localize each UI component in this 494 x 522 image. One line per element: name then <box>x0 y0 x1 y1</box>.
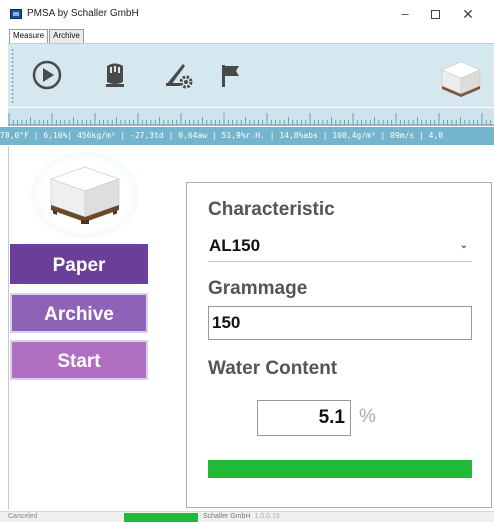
water-content-unit: % <box>359 406 376 427</box>
grammage-label: Grammage <box>208 278 308 299</box>
app-icon <box>10 9 22 19</box>
sensor-settings-icon <box>166 64 193 89</box>
play-button[interactable] <box>30 58 64 92</box>
close-button[interactable]: ✕ <box>456 6 480 22</box>
grammage-input[interactable]: 150 <box>208 306 472 340</box>
flag-button[interactable] <box>214 58 248 92</box>
pallet-button[interactable] <box>98 58 132 92</box>
window-title: PMSA by Schaller GmbH <box>27 8 139 19</box>
characteristic-value: AL150 <box>209 236 261 255</box>
main-area: Paper Archive Start Characteristic AL150… <box>8 146 494 510</box>
sensor-settings-button[interactable] <box>162 58 196 92</box>
company-name: Schaller GmbH <box>203 513 251 520</box>
toolbar-grip[interactable] <box>11 48 14 104</box>
measurement-form: Characteristic AL150 ⌄ Grammage 150 Wate… <box>186 182 492 508</box>
flag-icon <box>222 65 239 87</box>
progress-fill <box>208 460 472 478</box>
start-button[interactable]: Start <box>10 340 148 380</box>
paper-stack-icon <box>436 52 486 102</box>
pallet-icon <box>106 63 124 87</box>
chevron-down-icon: ⌄ <box>459 240 468 251</box>
title-bar: PMSA by Schaller GmbH – ✕ <box>0 0 494 28</box>
tab-archive[interactable]: Archive <box>49 29 84 43</box>
paper-button[interactable]: Paper <box>10 244 148 284</box>
tab-strip: Measure Archive <box>9 29 85 43</box>
paper-stack-icon <box>49 166 121 224</box>
toolbar <box>8 43 494 107</box>
ruler-ticks <box>8 113 494 126</box>
tab-measure[interactable]: Measure <box>9 29 49 43</box>
status-text: Canceled <box>8 513 38 520</box>
paper-preview <box>31 152 139 238</box>
maximize-button[interactable] <box>423 6 447 22</box>
minimize-button[interactable]: – <box>393 6 417 22</box>
archive-button[interactable]: Archive <box>10 293 148 333</box>
maximize-icon <box>430 10 440 20</box>
characteristic-label: Characteristic <box>208 199 335 220</box>
measurement-ruler <box>8 108 494 126</box>
play-icon <box>32 60 62 90</box>
characteristic-select[interactable]: AL150 ⌄ <box>208 230 472 262</box>
measurement-progress-bar <box>208 460 472 478</box>
water-content-label: Water Content <box>208 358 338 379</box>
status-bar: Canceled Schaller GmbH 1.0.0.15 <box>0 511 494 522</box>
version-text: 1.0.0.15 <box>254 513 280 520</box>
water-content-value: 5.1 <box>257 400 351 436</box>
status-company: Schaller GmbH 1.0.0.15 <box>203 513 280 520</box>
status-progress <box>124 513 198 522</box>
sensor-readout: 78,0°F | 6,16%| 456kg/m³ | -27,3td | 0,6… <box>0 127 494 145</box>
